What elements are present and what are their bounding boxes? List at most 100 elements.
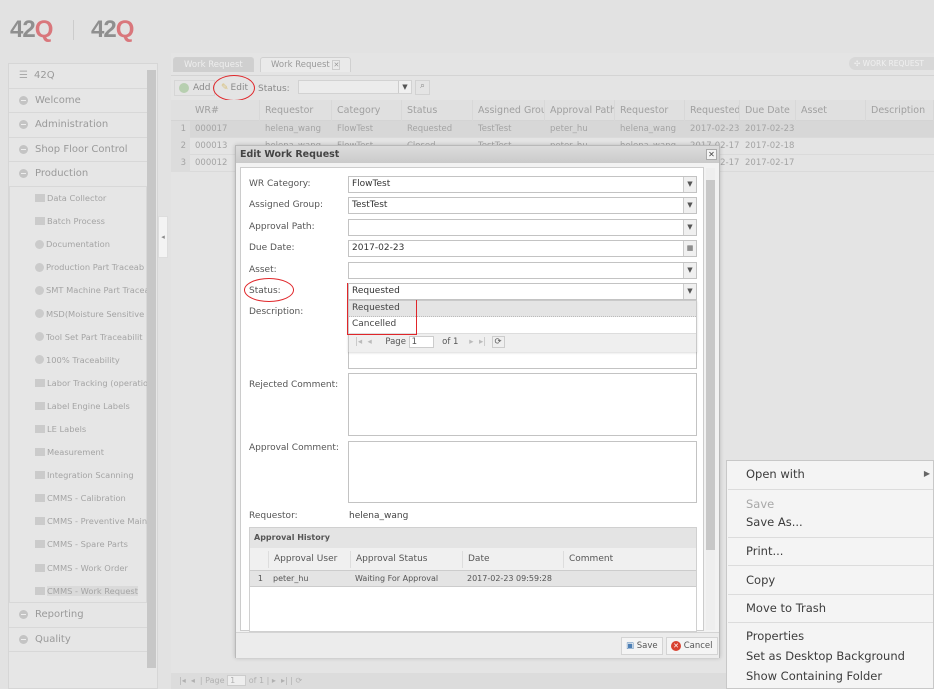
dialog-scrollbar[interactable] xyxy=(706,168,715,630)
sidebar-subitem[interactable]: Measurement xyxy=(10,441,148,464)
sidebar-item-welcome[interactable]: Welcome xyxy=(9,89,147,113)
prev-page-icon[interactable]: ◂ xyxy=(368,337,372,347)
history-row[interactable]: 1 peter_hu Waiting For Approval 2017-02-23 … xyxy=(250,571,696,587)
search-button[interactable]: ⌕ xyxy=(415,80,430,95)
sidebar-subitem[interactable]: Data Collector xyxy=(10,187,148,210)
sidebar-subitem[interactable]: MSD(Moisture Sensitive D xyxy=(10,302,148,325)
history-column-header[interactable]: Approval Status xyxy=(350,551,462,568)
menu-separator xyxy=(728,537,933,538)
menu-item-open-with[interactable]: Open with xyxy=(746,467,805,481)
menu-item-print[interactable]: Print... xyxy=(746,544,783,558)
save-button[interactable]: ▣ Save xyxy=(621,637,663,655)
sidebar-subitem[interactable]: SMT Machine Part Tracea xyxy=(10,279,148,302)
sidebar-item-administration[interactable]: Administration xyxy=(9,113,147,138)
column-header[interactable]: Requestor xyxy=(615,100,685,121)
sidebar-item-production[interactable]: Production xyxy=(9,162,147,187)
rejected-comment-textarea[interactable] xyxy=(348,373,697,436)
sidebar-subitem[interactable]: Batch Process xyxy=(10,210,148,233)
sidebar-subitem[interactable]: CMMS - Work Request xyxy=(10,579,148,602)
column-header[interactable]: Requested xyxy=(685,100,740,121)
plus-circle-icon xyxy=(35,239,44,249)
sidebar-subitem[interactable]: Labor Tracking (operatio xyxy=(10,371,148,394)
column-header[interactable]: Requestor xyxy=(260,100,332,121)
column-header[interactable]: Approval Path xyxy=(545,100,615,121)
column-header[interactable]: Status xyxy=(402,100,473,121)
table-cell xyxy=(796,138,866,155)
chevron-down-icon[interactable]: ▼ xyxy=(683,262,696,278)
history-column-header[interactable]: Approval User xyxy=(268,551,350,568)
sidebar-subitem[interactable]: CMMS - Preventive Maint xyxy=(10,510,148,533)
history-cell: Waiting For Approval xyxy=(355,574,439,583)
sidebar-item-shop-floor-control[interactable]: Shop Floor Control xyxy=(9,138,147,162)
cancel-button[interactable]: ✕ Cancel xyxy=(666,637,718,655)
add-button[interactable]: Add xyxy=(174,80,216,96)
menu-item-move-to-trash[interactable]: Move to Trash xyxy=(746,601,826,615)
collapse-sidebar-handle[interactable]: ◂ xyxy=(158,216,168,258)
approval-path-field[interactable]: ▼ xyxy=(348,218,697,236)
history-column-header[interactable]: Date xyxy=(462,551,563,568)
sidebar-subitem[interactable]: 100% Traceability xyxy=(10,348,148,371)
close-icon[interactable]: ✕ xyxy=(706,149,717,160)
column-header[interactable]: Due Date xyxy=(740,100,796,121)
sidebar-subitem[interactable]: CMMS - Spare Parts xyxy=(10,533,148,556)
first-page-icon[interactable]: |◂ xyxy=(179,676,186,685)
approval-comment-textarea[interactable] xyxy=(348,441,697,503)
sidebar-subitem[interactable]: Tool Set Part Traceabilit xyxy=(10,325,148,348)
menu-item-set-as-desktop-background[interactable]: Set as Desktop Background xyxy=(746,649,905,663)
page-input[interactable]: 1 xyxy=(408,336,435,348)
sidebar-subitem[interactable]: LE Labels xyxy=(10,417,148,440)
sidebar-subitem-label: CMMS - Work Order xyxy=(47,562,128,573)
assigned-group-field[interactable]: TestTest ▼ xyxy=(348,197,697,215)
column-header[interactable]: Asset xyxy=(796,100,866,121)
status-field[interactable]: Requested ▼ xyxy=(348,283,697,300)
chevron-down-icon[interactable]: ▼ xyxy=(683,177,696,192)
folder-icon xyxy=(35,494,45,503)
sidebar-subitem-label: Label Engine Labels xyxy=(47,400,130,411)
refresh-icon[interactable]: ⟳ xyxy=(491,336,505,348)
menu-item-save-as[interactable]: Save As... xyxy=(746,515,803,529)
edit-work-request-dialog: Edit Work Request ✕ Description: Request… xyxy=(235,145,720,658)
sidebar-subitem[interactable]: Label Engine Labels xyxy=(10,394,148,417)
work-request-header-button[interactable]: ✣ WORK REQUEST xyxy=(849,57,934,70)
prev-page-icon[interactable]: ◂ xyxy=(191,676,195,685)
sidebar-subitem[interactable]: Production Part Traceab xyxy=(10,256,148,279)
sidebar-subitem[interactable]: Documentation xyxy=(10,233,148,256)
asset-field[interactable]: ▼ xyxy=(348,261,697,279)
chevron-down-icon[interactable]: ▼ xyxy=(683,219,696,235)
menu-item-save[interactable]: Save xyxy=(746,497,774,511)
due-date-field[interactable]: 2017-02-23 ▦ xyxy=(348,240,697,258)
tab-work-request-2[interactable]: Work Request ✕ xyxy=(260,57,352,72)
chevron-down-icon[interactable]: ▼ xyxy=(683,198,696,214)
column-header[interactable]: WR# xyxy=(190,100,260,121)
sidebar-item-quality[interactable]: Quality xyxy=(9,628,147,653)
last-page-icon[interactable]: ▸| xyxy=(479,337,486,347)
column-header[interactable]: Category xyxy=(332,100,402,121)
column-header[interactable]: Description xyxy=(866,100,934,121)
menu-item-copy[interactable]: Copy xyxy=(746,573,775,587)
page-input[interactable]: 1 xyxy=(227,675,247,686)
sidebar-item-reporting[interactable]: Reporting xyxy=(9,603,147,628)
history-column-header[interactable]: Comment xyxy=(563,551,696,568)
sidebar-scrollbar[interactable] xyxy=(147,70,156,668)
wr-category-field[interactable]: FlowTest ▼ xyxy=(348,176,697,193)
sidebar-subitem[interactable]: CMMS - Work Order xyxy=(10,556,148,579)
column-header[interactable]: Assigned Grou xyxy=(473,100,545,121)
refresh-icon[interactable]: ⟳ xyxy=(295,676,302,685)
scroll-thumb[interactable] xyxy=(706,180,715,550)
close-tab-icon[interactable]: ✕ xyxy=(332,60,341,70)
status-filter-select[interactable]: ▼ xyxy=(298,80,412,94)
last-page-icon[interactable]: ▸| xyxy=(281,676,288,685)
first-page-icon[interactable]: |◂ xyxy=(355,337,362,347)
sidebar-subitem[interactable]: CMMS - Calibration xyxy=(10,487,148,510)
table-cell: Requested xyxy=(407,124,453,134)
sidebar-subitem[interactable]: Integration Scanning xyxy=(10,464,148,487)
next-page-icon[interactable]: ▸ xyxy=(469,337,473,347)
menu-item-properties[interactable]: Properties xyxy=(746,629,804,643)
calendar-icon[interactable]: ▦ xyxy=(683,241,696,257)
tab-work-request-1[interactable]: Work Request xyxy=(173,57,254,72)
next-page-icon[interactable]: ▸ xyxy=(272,676,276,685)
search-icon: ⌕ xyxy=(419,81,426,91)
menu-item-show-containing-folder[interactable]: Show Containing Folder xyxy=(746,669,882,683)
chevron-down-icon[interactable]: ▼ xyxy=(683,284,696,299)
sidebar-item-42q[interactable]: ☰ 42Q xyxy=(9,64,147,89)
